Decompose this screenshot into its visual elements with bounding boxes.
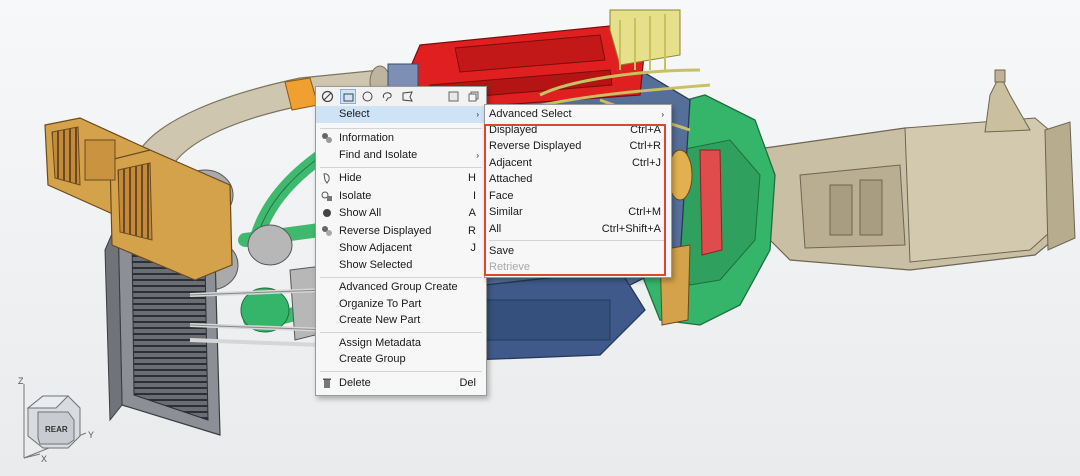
- menu-item-show-selected[interactable]: Show Selected: [316, 257, 486, 274]
- shortcut-key: J: [470, 242, 477, 254]
- view-cube[interactable]: REAR Z Y X: [18, 376, 102, 468]
- submenu-item-label: Save: [489, 245, 515, 257]
- menu-separator: [320, 167, 482, 168]
- rectangle-select-icon[interactable]: [340, 89, 356, 104]
- menu-item-isolate[interactable]: Isolate I: [316, 188, 486, 205]
- shortcut-key: Ctrl+M: [628, 206, 661, 218]
- shortcut-key: Ctrl+J: [631, 157, 661, 169]
- context-menu: Select › Information Find and Isolate › …: [315, 86, 487, 396]
- menu-item-create-new-part[interactable]: Create New Part: [316, 312, 486, 329]
- polygon-select-icon[interactable]: [400, 89, 416, 104]
- menu-item-label: Reverse Displayed: [339, 225, 432, 237]
- submenu-item-label: Attached: [489, 173, 533, 185]
- menu-item-label: Create Group: [339, 353, 406, 365]
- submenu-item-label: Retrieve: [489, 261, 530, 273]
- menu-item-show-all[interactable]: Show All A: [316, 205, 486, 222]
- submenu-item-adjacent[interactable]: Adjacent Ctrl+J: [485, 155, 671, 172]
- submenu-item-label: All: [489, 223, 502, 235]
- shortcut-key: A: [468, 207, 476, 219]
- menu-item-label: Show Adjacent: [339, 242, 412, 254]
- reverse-displayed-icon: [322, 226, 332, 236]
- circle-select-icon[interactable]: [360, 89, 376, 104]
- show-all-icon: [323, 209, 331, 217]
- menu-separator: [320, 128, 482, 129]
- shortcut-key: I: [472, 190, 476, 202]
- select-submenu: Advanced Select › Displayed Ctrl+A Rever…: [484, 104, 672, 278]
- menu-item-label: Create New Part: [339, 314, 421, 326]
- isolate-icon: [321, 191, 332, 201]
- selection-toolbar: [316, 87, 486, 108]
- view-cube-face-label[interactable]: REAR: [45, 425, 68, 434]
- menu-separator: [320, 332, 482, 333]
- submenu-item-similar[interactable]: Similar Ctrl+M: [485, 204, 671, 221]
- menu-item-label: Information: [339, 132, 395, 144]
- submenu-item-advanced-select[interactable]: Advanced Select ›: [485, 106, 671, 123]
- menu-item-label: Show Selected: [339, 259, 413, 271]
- copy-window-icon[interactable]: [466, 89, 482, 104]
- shortcut-key: R: [468, 225, 476, 237]
- menu-item-delete[interactable]: Delete Del: [316, 375, 486, 392]
- submenu-arrow-icon: ›: [476, 151, 479, 160]
- menu-item-hide[interactable]: Hide H: [316, 170, 486, 187]
- submenu-item-face[interactable]: Face: [485, 188, 671, 205]
- submenu-item-attached[interactable]: Attached: [485, 171, 671, 188]
- menu-item-label: Organize To Part: [339, 298, 422, 310]
- menu-item-select[interactable]: Select ›: [316, 106, 486, 123]
- submenu-item-label: Reverse Displayed: [489, 140, 582, 152]
- submenu-item-label: Adjacent: [489, 157, 532, 169]
- shortcut-key: Del: [459, 377, 476, 389]
- submenu-item-save[interactable]: Save: [485, 243, 671, 260]
- submenu-arrow-icon: ›: [661, 110, 664, 119]
- submenu-item-label: Face: [489, 190, 514, 202]
- menu-item-assign-metadata[interactable]: Assign Metadata: [316, 335, 486, 352]
- menu-item-label: Delete: [339, 377, 371, 389]
- menu-separator: [320, 371, 482, 372]
- menu-item-label: Isolate: [339, 190, 372, 202]
- submenu-item-displayed[interactable]: Displayed Ctrl+A: [485, 122, 671, 139]
- menu-separator: [489, 240, 665, 241]
- menu-item-find-and-isolate[interactable]: Find and Isolate ›: [316, 147, 486, 164]
- menu-item-create-group[interactable]: Create Group: [316, 351, 486, 368]
- submenu-item-label: Displayed: [489, 124, 538, 136]
- hide-icon: [323, 173, 330, 184]
- menu-item-information[interactable]: Information: [316, 130, 486, 147]
- menu-item-organize-to-part[interactable]: Organize To Part: [316, 296, 486, 313]
- menu-item-reverse-displayed[interactable]: Reverse Displayed R: [316, 223, 486, 240]
- submenu-item-retrieve: Retrieve: [485, 259, 671, 276]
- submenu-item-label: Advanced Select: [489, 108, 572, 120]
- menu-item-show-adjacent[interactable]: Show Adjacent J: [316, 240, 486, 257]
- shortcut-key: Ctrl+A: [630, 124, 661, 136]
- menu-separator: [320, 277, 482, 278]
- axis-x-label: X: [41, 454, 48, 464]
- info-icon: [322, 133, 332, 143]
- menu-item-label: Hide: [339, 172, 362, 184]
- submenu-item-reverse-displayed[interactable]: Reverse Displayed Ctrl+R: [485, 138, 671, 155]
- menu-item-label: Find and Isolate: [339, 149, 418, 161]
- submenu-item-all[interactable]: All Ctrl+Shift+A: [485, 221, 671, 238]
- shortcut-key: Ctrl+R: [629, 140, 661, 152]
- window-icon[interactable]: [446, 89, 462, 104]
- axis-z-label: Z: [18, 376, 24, 386]
- menu-item-advanced-group-create[interactable]: Advanced Group Create: [316, 279, 486, 296]
- menu-item-label: Select: [339, 108, 370, 120]
- menu-item-label: Advanced Group Create: [339, 281, 458, 293]
- trash-icon: [323, 378, 331, 388]
- axis-y-label: Y: [88, 430, 95, 440]
- no-entry-icon[interactable]: [320, 89, 336, 104]
- menu-item-label: Assign Metadata: [339, 337, 421, 349]
- submenu-item-label: Similar: [489, 206, 523, 218]
- submenu-arrow-icon: ›: [476, 110, 479, 119]
- shortcut-key: Ctrl+Shift+A: [601, 223, 661, 235]
- lasso-select-icon[interactable]: [380, 89, 396, 104]
- shortcut-key: H: [468, 172, 476, 184]
- menu-item-label: Show All: [339, 207, 382, 219]
